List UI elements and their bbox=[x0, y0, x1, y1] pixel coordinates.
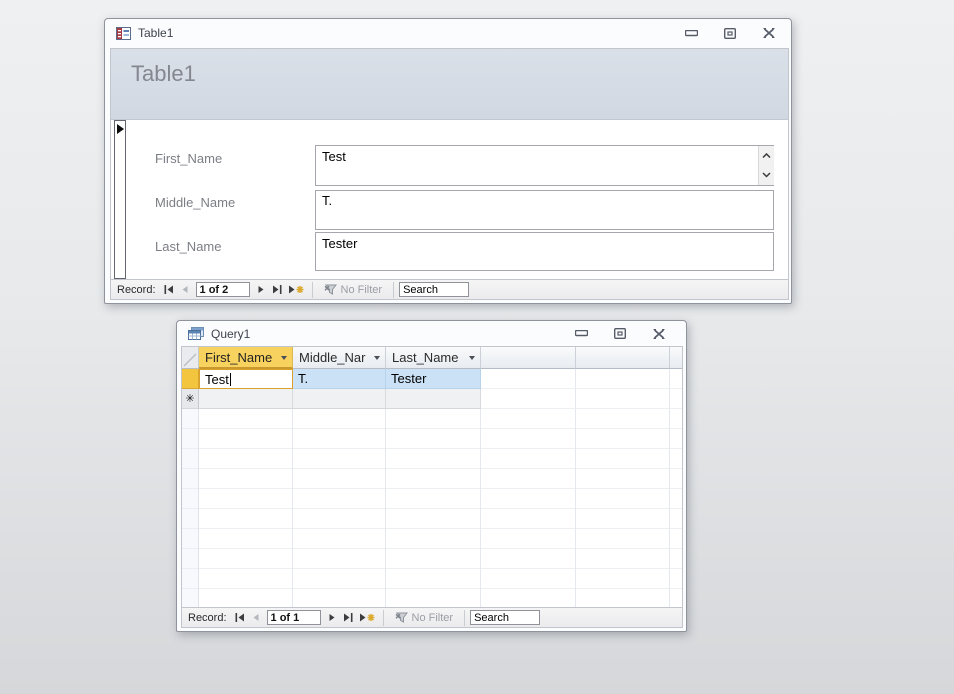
nav-divider bbox=[393, 281, 395, 298]
form-record-navigation: Record: No Filte bbox=[111, 279, 788, 299]
cell-last-name[interactable]: Tester bbox=[386, 369, 481, 389]
form-icon bbox=[116, 26, 131, 40]
record-position-input[interactable] bbox=[195, 282, 250, 297]
empty-cell[interactable] bbox=[481, 389, 576, 409]
no-filter-label: No Filter bbox=[411, 611, 454, 624]
query-window-titlebar[interactable]: Query1 bbox=[177, 321, 686, 346]
empty-column-header bbox=[576, 347, 670, 369]
query-icon bbox=[188, 327, 204, 340]
form-window-table1: Table1 Table1 First_Name Test Middle_Nam… bbox=[104, 18, 792, 304]
scroll-up-icon[interactable] bbox=[759, 146, 774, 166]
first-record-icon[interactable] bbox=[232, 611, 248, 625]
select-all-corner[interactable] bbox=[182, 347, 199, 369]
minimize-icon[interactable] bbox=[683, 27, 699, 39]
scroll-down-icon[interactable] bbox=[759, 166, 774, 186]
search-input[interactable] bbox=[399, 282, 470, 297]
nav-divider bbox=[382, 609, 384, 626]
no-filter-button[interactable]: No Filter bbox=[318, 284, 389, 296]
field-label-middle-name: Middle_Name bbox=[155, 195, 236, 210]
column-header-last-name[interactable]: Last_Name bbox=[386, 347, 481, 369]
last-name-field[interactable] bbox=[315, 232, 774, 271]
form-window-title: Table1 bbox=[138, 26, 174, 40]
nav-divider bbox=[464, 609, 466, 626]
empty-grid-area[interactable] bbox=[182, 409, 682, 607]
filter-icon bbox=[324, 284, 337, 295]
column-dropdown-icon[interactable] bbox=[469, 356, 475, 360]
record-label: Record: bbox=[117, 283, 156, 296]
new-record-icon[interactable] bbox=[356, 611, 378, 625]
next-record-icon[interactable] bbox=[253, 283, 269, 297]
row-selector-column bbox=[182, 409, 199, 607]
first-record-icon[interactable] bbox=[161, 283, 177, 297]
gridline bbox=[292, 409, 293, 607]
empty-cell[interactable] bbox=[670, 369, 682, 389]
gridline bbox=[669, 409, 670, 607]
last-record-icon[interactable] bbox=[269, 283, 285, 297]
form-header-title: Table1 bbox=[131, 61, 196, 86]
gridline bbox=[480, 409, 481, 607]
column-header-middle-name[interactable]: Middle_Nar bbox=[293, 347, 386, 369]
datasheet-header-row: First_Name Middle_Nar Last_Name bbox=[182, 347, 682, 369]
first-name-field[interactable] bbox=[315, 145, 774, 186]
field-label-first-name: First_Name bbox=[155, 151, 223, 166]
current-row-selector[interactable] bbox=[182, 369, 199, 389]
empty-column-header bbox=[670, 347, 682, 369]
no-filter-label: No Filter bbox=[340, 283, 383, 296]
new-record-cell[interactable] bbox=[199, 389, 293, 409]
previous-record-icon[interactable] bbox=[248, 611, 264, 625]
column-dropdown-icon[interactable] bbox=[281, 356, 287, 360]
close-icon[interactable] bbox=[761, 27, 777, 39]
field-label-last-name: Last_Name bbox=[155, 239, 222, 254]
new-record-icon[interactable] bbox=[285, 283, 307, 297]
restore-icon[interactable] bbox=[722, 27, 738, 39]
form-window-titlebar[interactable]: Table1 bbox=[105, 19, 791, 47]
new-record-selector[interactable]: ✳ bbox=[182, 389, 199, 409]
minimize-icon[interactable] bbox=[573, 328, 589, 340]
empty-cell[interactable] bbox=[481, 369, 576, 389]
gridline bbox=[385, 409, 386, 607]
form-detail-area: First_Name Middle_Name Last_Name bbox=[111, 120, 788, 279]
new-record-cell[interactable] bbox=[293, 389, 386, 409]
no-filter-button[interactable]: No Filter bbox=[389, 612, 460, 624]
last-record-icon[interactable] bbox=[340, 611, 356, 625]
table-row: Test T. Tester bbox=[182, 369, 682, 389]
previous-record-icon[interactable] bbox=[177, 283, 193, 297]
new-record-cell[interactable] bbox=[386, 389, 481, 409]
cell-first-name-editing[interactable]: Test bbox=[199, 369, 293, 389]
text-caret bbox=[229, 372, 231, 386]
new-record-row: ✳ bbox=[182, 389, 682, 409]
search-input[interactable] bbox=[470, 610, 541, 625]
gridline bbox=[575, 409, 576, 607]
datasheet: First_Name Middle_Nar Last_Name Test T. … bbox=[182, 347, 682, 607]
filter-icon bbox=[395, 612, 408, 623]
record-label: Record: bbox=[188, 611, 227, 624]
form-content-frame: Table1 First_Name Middle_Name Last_Name bbox=[110, 48, 789, 300]
column-header-first-name[interactable]: First_Name bbox=[199, 347, 293, 369]
current-record-arrow-icon bbox=[117, 124, 124, 134]
restore-icon[interactable] bbox=[612, 328, 628, 340]
query-window-title: Query1 bbox=[211, 326, 251, 341]
cell-middle-name[interactable]: T. bbox=[293, 369, 386, 389]
next-record-icon[interactable] bbox=[324, 611, 340, 625]
empty-cell[interactable] bbox=[576, 369, 670, 389]
form-header-band: Table1 bbox=[111, 49, 788, 120]
textbox-scrollbar[interactable] bbox=[758, 146, 774, 185]
query-record-navigation: Record: No Filte bbox=[182, 607, 682, 627]
record-selector[interactable] bbox=[114, 120, 126, 279]
middle-name-field[interactable] bbox=[315, 190, 774, 230]
column-dropdown-icon[interactable] bbox=[374, 356, 380, 360]
new-record-asterisk-icon: ✳ bbox=[185, 393, 195, 405]
query-content-frame: First_Name Middle_Nar Last_Name Test T. … bbox=[181, 346, 683, 628]
empty-column-header bbox=[481, 347, 576, 369]
record-position-input[interactable] bbox=[266, 610, 321, 625]
empty-cell[interactable] bbox=[576, 389, 670, 409]
nav-divider bbox=[311, 281, 313, 298]
close-icon[interactable] bbox=[651, 328, 667, 340]
empty-cell[interactable] bbox=[670, 389, 682, 409]
query-window-query1: Query1 First_Name Middle_Nar Last_Name T… bbox=[176, 320, 687, 632]
